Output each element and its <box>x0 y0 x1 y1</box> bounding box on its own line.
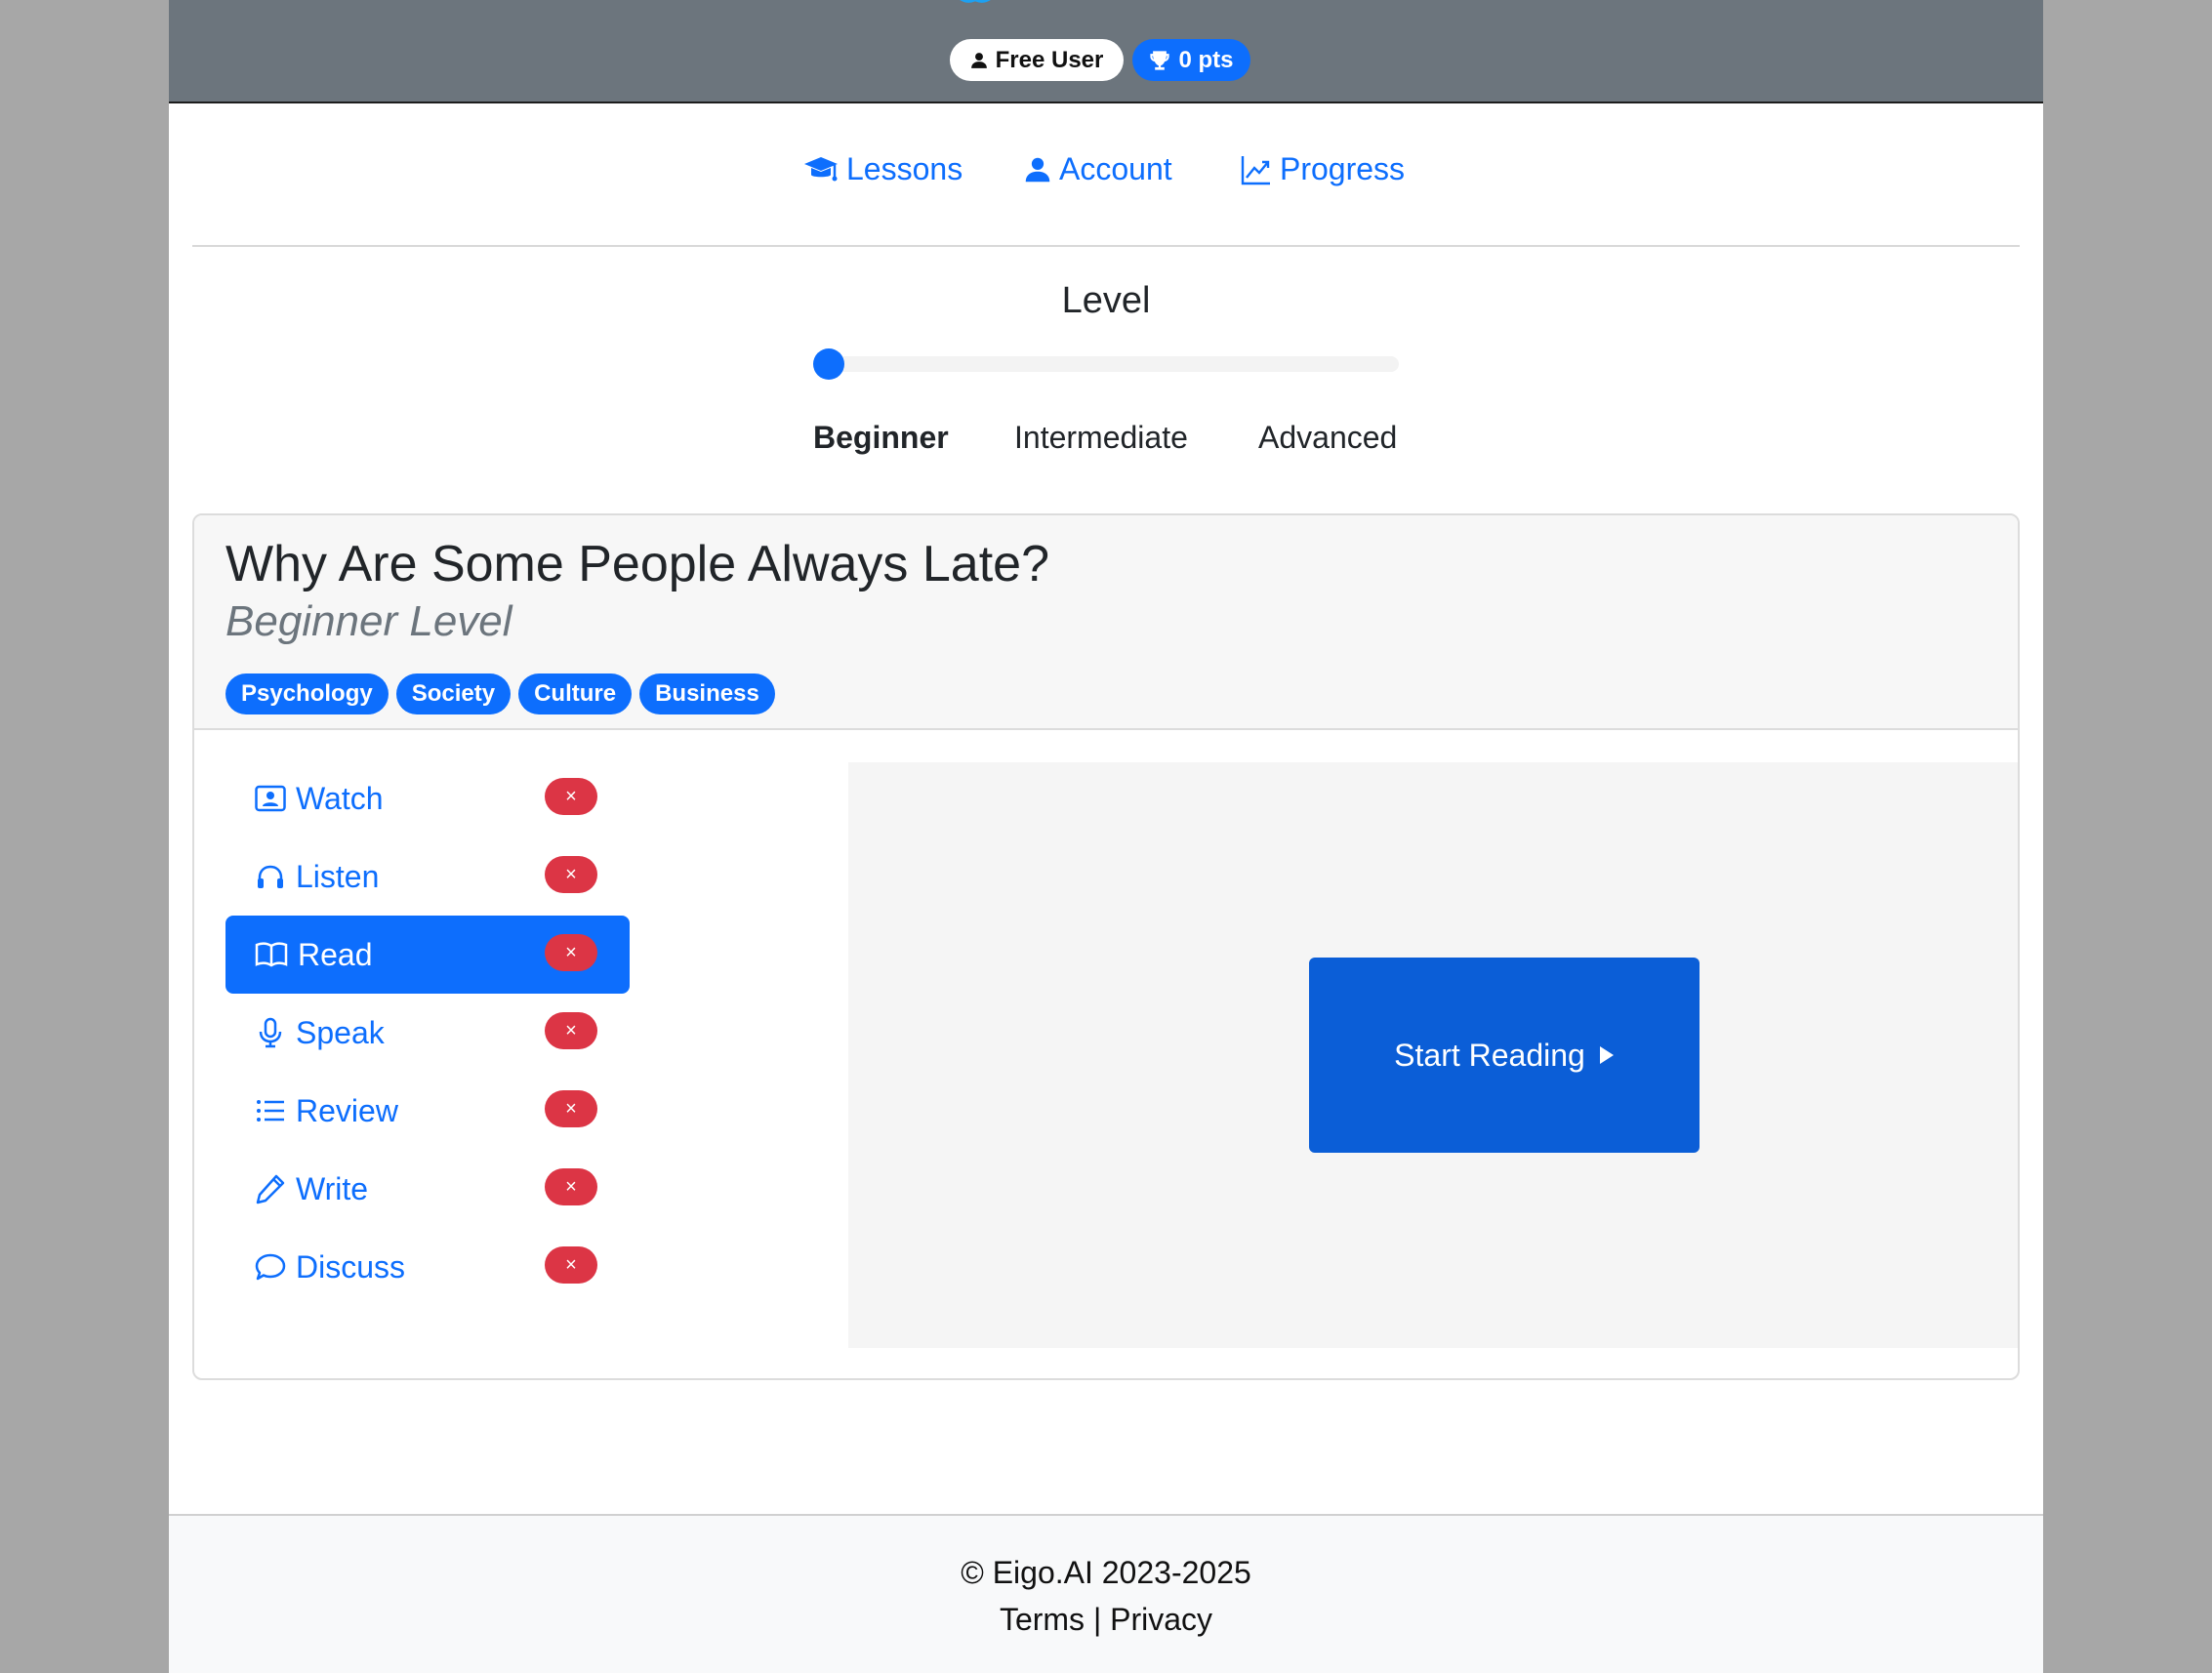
points-badge[interactable]: 0 pts <box>1132 39 1250 81</box>
person-icon <box>970 52 987 68</box>
sidebar-item-watch[interactable]: Watch × <box>225 759 630 837</box>
person-icon <box>1025 157 1050 182</box>
level-option-beginner[interactable]: Beginner <box>813 420 949 456</box>
lesson-level-subtitle: Beginner Level <box>225 597 512 645</box>
tag-culture[interactable]: Culture <box>518 673 633 714</box>
privacy-link[interactable]: Privacy <box>1110 1602 1212 1637</box>
pencil-icon <box>256 1174 285 1204</box>
incomplete-badge: × <box>545 1012 597 1049</box>
sidebar-item-write[interactable]: Write × <box>225 1150 630 1228</box>
incomplete-badge: × <box>545 1090 597 1127</box>
sidebar-item-listen[interactable]: Listen × <box>225 837 630 916</box>
incomplete-badge: × <box>545 778 597 815</box>
incomplete-badge: × <box>545 1246 597 1284</box>
incomplete-badge: × <box>545 934 597 971</box>
tag-psychology[interactable]: Psychology <box>225 673 389 714</box>
level-title: Level <box>1061 280 1151 321</box>
nav-account[interactable]: Account <box>1024 151 1172 187</box>
sidebar-item-read[interactable]: Read × <box>225 916 630 994</box>
nav-progress[interactable]: Progress <box>1241 151 1405 187</box>
incomplete-badge: × <box>545 856 597 893</box>
level-slider[interactable] <box>813 356 1399 372</box>
nav-progress-label: Progress <box>1280 151 1406 186</box>
nav-lessons-label: Lessons <box>846 151 963 186</box>
copyright: © Eigo.AI 2023-2025 <box>961 1555 1251 1590</box>
header: Free User 0 pts <box>169 0 2043 103</box>
sidebar-item-label: Speak <box>296 1014 385 1050</box>
headphones-icon <box>258 865 283 888</box>
footer-links: Terms | Privacy <box>169 1602 2043 1638</box>
nav-lessons[interactable]: Lessons <box>803 151 963 187</box>
play-icon <box>1599 1046 1614 1064</box>
terms-link[interactable]: Terms <box>1000 1602 1085 1637</box>
trophy-icon <box>1150 50 1170 70</box>
sidebar-item-label: Listen <box>296 858 380 894</box>
lesson-title: Why Are Some People Always Late? <box>225 536 1050 592</box>
graduation-cap-icon <box>804 156 838 181</box>
activity-sidebar: Watch × Listen × Read × Speak × Review ×… <box>225 759 630 1306</box>
user-badge[interactable]: Free User <box>950 39 1124 81</box>
sidebar-item-label: Watch <box>296 780 384 816</box>
logo-icon <box>960 0 991 3</box>
sidebar-item-speak[interactable]: Speak × <box>225 994 630 1072</box>
tag-business[interactable]: Business <box>639 673 775 714</box>
footer-separator: | <box>1092 1602 1102 1637</box>
book-icon <box>255 942 288 967</box>
level-option-advanced[interactable]: Advanced <box>1258 420 1397 456</box>
nav-account-label: Account <box>1059 151 1172 186</box>
user-label: Free User <box>995 46 1104 73</box>
list-icon <box>257 1100 284 1122</box>
points-label: 0 pts <box>1178 46 1234 73</box>
start-reading-button[interactable]: Start Reading <box>1309 958 1700 1153</box>
graph-up-icon <box>1241 155 1270 184</box>
microphone-icon <box>259 1017 282 1048</box>
person-video-icon <box>255 785 286 812</box>
tag-list: Psychology Society Culture Business <box>225 673 775 714</box>
sidebar-item-label: Discuss <box>296 1248 406 1285</box>
sidebar-item-label: Review <box>296 1092 398 1128</box>
activity-content-panel: Start Reading <box>848 762 2018 1348</box>
divider <box>192 245 2020 247</box>
incomplete-badge: × <box>545 1168 597 1205</box>
level-slider-thumb[interactable] <box>813 348 844 380</box>
tag-society[interactable]: Society <box>395 673 512 714</box>
level-option-intermediate[interactable]: Intermediate <box>1014 420 1188 456</box>
lesson-card: Why Are Some People Always Late? Beginne… <box>192 513 2020 1380</box>
chat-icon <box>255 1253 286 1281</box>
page: Free User 0 pts Lessons Account Progress… <box>169 0 2043 1673</box>
start-reading-label: Start Reading <box>1394 1037 1585 1073</box>
sidebar-item-discuss[interactable]: Discuss × <box>225 1228 630 1306</box>
sidebar-item-label: Read <box>298 936 373 972</box>
sidebar-item-review[interactable]: Review × <box>225 1072 630 1150</box>
footer: © Eigo.AI 2023-2025 Terms | Privacy <box>169 1514 2043 1673</box>
sidebar-item-label: Write <box>296 1170 369 1206</box>
lesson-card-header: Why Are Some People Always Late? Beginne… <box>194 515 2018 730</box>
